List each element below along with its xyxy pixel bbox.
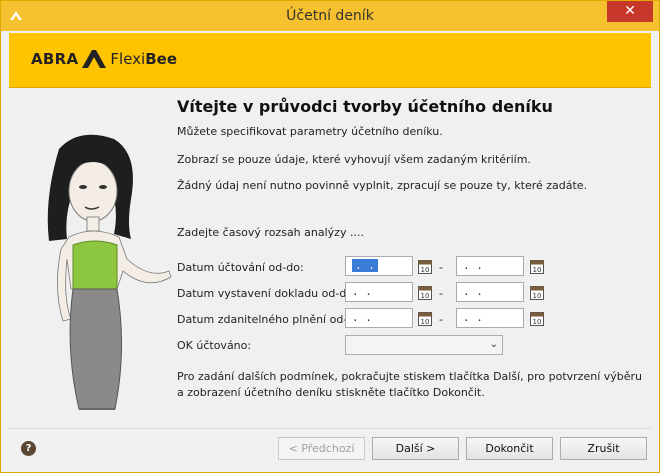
chevron-down-icon: ⌄ bbox=[489, 339, 498, 350]
accounting-date-from-input[interactable]: . . bbox=[345, 256, 413, 276]
svg-text:10: 10 bbox=[533, 292, 542, 300]
posted-label: OK účtováno: bbox=[177, 339, 252, 352]
taxable-date-label: Datum zdanitelného plnění od-do: bbox=[177, 313, 365, 326]
close-button[interactable]: ✕ bbox=[607, 1, 653, 22]
svg-text:10: 10 bbox=[533, 318, 542, 326]
intro-text-2: Zobrazí se pouze údaje, které vyhovují v… bbox=[177, 153, 531, 166]
calendar-icon[interactable]: 10 bbox=[418, 284, 432, 300]
wizard-content: Vítejte v průvodci tvorby účetního deník… bbox=[9, 89, 651, 426]
calendar-icon[interactable]: 10 bbox=[418, 310, 432, 326]
finish-button[interactable]: Dokončit bbox=[466, 437, 553, 460]
next-button[interactable]: Další > bbox=[372, 437, 459, 460]
range-prompt: Zadejte časový rozsah analýzy .... bbox=[177, 226, 364, 239]
wizard-heading: Vítejte v průvodci tvorby účetního deník… bbox=[177, 97, 553, 116]
accounting-date-label: Datum účtování od-do: bbox=[177, 261, 304, 274]
title-bar[interactable]: Účetní deník ✕ bbox=[1, 1, 659, 31]
svg-text:10: 10 bbox=[421, 292, 430, 300]
accounting-date-from-value: . . bbox=[352, 259, 378, 272]
flexibee-logo: ABRA Flexi Bee bbox=[31, 47, 177, 71]
calendar-icon[interactable]: 10 bbox=[418, 258, 432, 274]
svg-text:10: 10 bbox=[421, 266, 430, 274]
calendar-icon[interactable]: 10 bbox=[530, 284, 544, 300]
footer-divider bbox=[9, 428, 651, 429]
taxable-date-to-input[interactable]: . . bbox=[456, 308, 524, 328]
wizard-window: Účetní deník ✕ ABRA Flexi Bee Vítejte v … bbox=[0, 0, 660, 473]
issue-date-to-input[interactable]: . . bbox=[456, 282, 524, 302]
intro-text-3: Žádný údaj není nutno povinně vyplnit, z… bbox=[177, 179, 588, 192]
window-title: Účetní deník bbox=[286, 8, 374, 24]
logo-flexi-text: Flexi bbox=[110, 50, 146, 68]
issue-date-label: Datum vystavení dokladu od-do: bbox=[177, 287, 357, 300]
issue-date-from-input[interactable]: . . bbox=[345, 282, 413, 302]
instructions-note: Pro zadání dalších podmínek, pokračujte … bbox=[177, 370, 643, 399]
logo-mark-icon bbox=[82, 50, 107, 68]
intro-text-1: Můžete specifikovat parametry účetního d… bbox=[177, 125, 443, 138]
taxable-date-from-input[interactable]: . . bbox=[345, 308, 413, 328]
range-separator: - bbox=[439, 313, 443, 326]
logo-bee-text: Bee bbox=[145, 50, 177, 68]
posted-select[interactable]: ⌄ bbox=[345, 335, 503, 355]
logo-abra-text: ABRA bbox=[31, 50, 79, 68]
calendar-icon[interactable]: 10 bbox=[530, 310, 544, 326]
header-banner: ABRA Flexi Bee bbox=[9, 33, 651, 88]
svg-text:10: 10 bbox=[421, 318, 430, 326]
accounting-date-to-input[interactable]: . . bbox=[456, 256, 524, 276]
assistant-illustration bbox=[47, 134, 172, 410]
svg-text:10: 10 bbox=[533, 266, 542, 274]
cancel-button[interactable]: Zrušit bbox=[560, 437, 647, 460]
help-icon[interactable]: ? bbox=[21, 441, 36, 456]
range-separator: - bbox=[439, 287, 443, 300]
range-separator: - bbox=[439, 261, 443, 274]
calendar-icon[interactable]: 10 bbox=[530, 258, 544, 274]
previous-button[interactable]: < Předchozí bbox=[278, 437, 365, 460]
